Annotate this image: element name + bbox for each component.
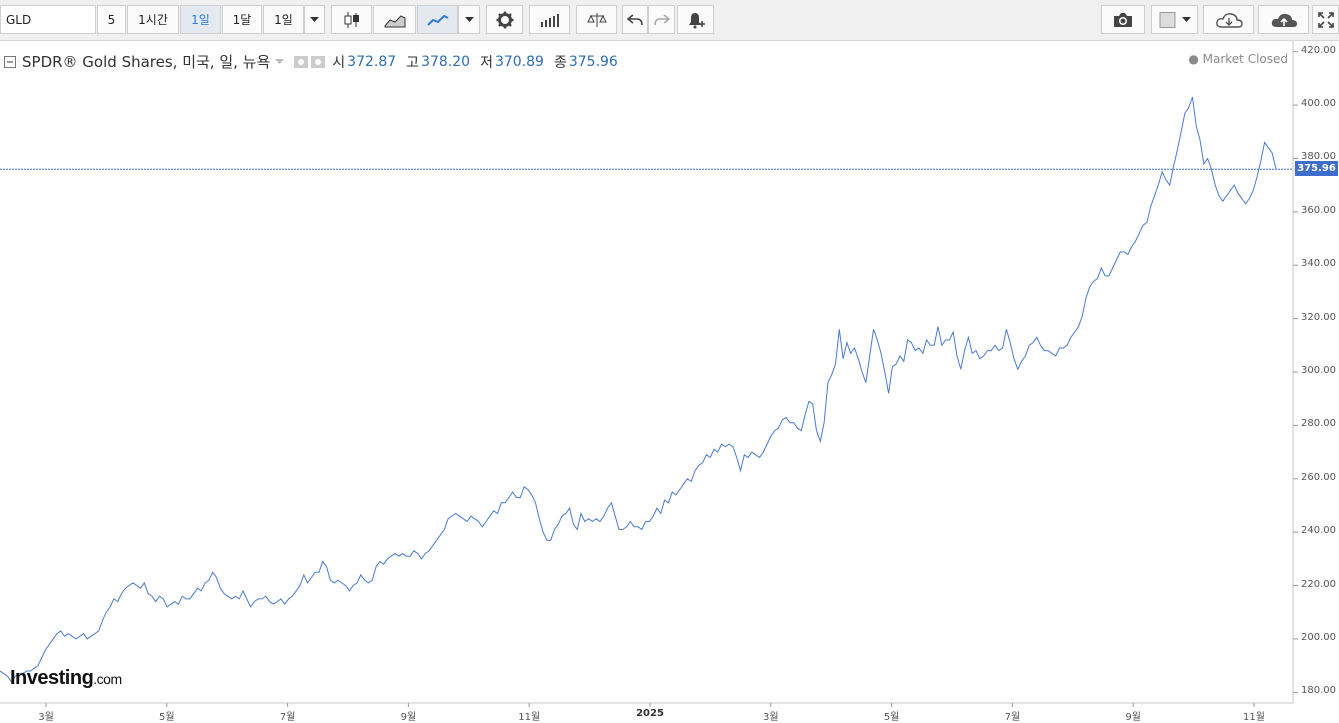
- close-value: 375.96: [568, 53, 618, 70]
- indicators-icon: [540, 13, 559, 27]
- cloud-upload-button[interactable]: [1258, 5, 1309, 34]
- line-chart-button[interactable]: [417, 5, 458, 34]
- open-label: 시: [332, 54, 346, 71]
- interval-1h-button[interactable]: 1시간: [127, 5, 179, 34]
- x-tick-label: 9월: [1125, 712, 1141, 723]
- x-tick-label: 2025: [636, 708, 664, 719]
- compare-icon: [586, 12, 607, 27]
- x-tick-label: 5월: [883, 712, 900, 723]
- interval-5-label: 5: [107, 12, 116, 27]
- chevron-down-icon: [310, 16, 319, 22]
- indicators-button[interactable]: [529, 5, 570, 34]
- y-tick-marks: [1293, 51, 1298, 693]
- y-tick-label: 300.00: [1301, 365, 1336, 376]
- chart-legend: SPDR® Gold Shares, 미국, 일, 뉴욕 시 372.87 고 37…: [4, 51, 618, 72]
- color-swatch-icon: [1159, 11, 1191, 28]
- interval-1m-label: 1달: [232, 13, 252, 27]
- cloud-upload-icon: [1271, 13, 1297, 27]
- legend-dropdown-icon[interactable]: [275, 58, 285, 65]
- interval-1h-label: 1시간: [138, 13, 168, 27]
- y-tick-label: 240.00: [1301, 525, 1336, 537]
- y-tick-label: 320.00: [1301, 311, 1336, 323]
- screenshot-button[interactable]: [1101, 5, 1145, 34]
- symbol-search-input[interactable]: [0, 5, 96, 34]
- x-tick-label: 7월: [279, 712, 296, 723]
- settings-icon: [496, 11, 513, 28]
- y-tick-label: 200.00: [1301, 631, 1336, 643]
- fullscreen-icon: [1317, 11, 1334, 28]
- cloud-download-button[interactable]: [1203, 5, 1254, 34]
- fullscreen-button[interactable]: [1312, 5, 1339, 34]
- line-chart-icon: [426, 14, 448, 26]
- y-tick-label: 400.00: [1301, 98, 1336, 110]
- x-tick-label: 11월: [1243, 712, 1265, 723]
- y-tick-label: 180.00: [1301, 685, 1336, 697]
- price-chart[interactable]: [0, 41, 1339, 720]
- x-tick-label: 11월: [518, 712, 541, 723]
- interval-1m-button[interactable]: 1달: [222, 5, 262, 34]
- last-price-badge: 375.96: [1295, 161, 1338, 177]
- close-label: 종: [553, 54, 567, 71]
- investing-logo: Investing.com: [10, 667, 122, 690]
- x-tick-label: 7월: [1004, 712, 1021, 723]
- chevron-down-icon: [464, 16, 474, 22]
- legend-title: SPDR® Gold Shares, 미국, 일, 뉴욕: [22, 53, 271, 71]
- alert-icon: [688, 12, 705, 28]
- interval-1d-button[interactable]: 1일: [180, 5, 221, 34]
- price-series-line: [0, 96, 1277, 683]
- redo-button[interactable]: [648, 5, 675, 34]
- y-tick-label: 420.00: [1301, 44, 1336, 56]
- y-tick-label: 260.00: [1301, 471, 1336, 483]
- undo-button[interactable]: [622, 5, 648, 34]
- interval-dropdown-button[interactable]: [304, 5, 325, 34]
- x-tick-label: 3월: [763, 712, 779, 723]
- compare-button[interactable]: [576, 5, 617, 34]
- x-tick-label: 3월: [38, 712, 54, 723]
- low-value: 370.89: [494, 53, 544, 70]
- y-tick-label: 340.00: [1301, 258, 1336, 270]
- toolbar: 5 1시간 1일 1달 1일: [0, 0, 1339, 41]
- chart-type-dropdown-button[interactable]: [458, 5, 480, 34]
- logo-brand: Investing: [10, 667, 94, 689]
- logo-suffix: .com: [93, 671, 122, 687]
- chart-area[interactable]: SPDR® Gold Shares, 미국, 일, 뉴욕 시 372.87 고 37…: [0, 41, 1339, 723]
- market-status: ● Market Closed: [1188, 52, 1288, 66]
- open-value: 372.87: [347, 53, 397, 70]
- alert-button[interactable]: [677, 5, 714, 34]
- high-value: 378.20: [421, 53, 471, 70]
- x-tick-label: 9월: [400, 712, 417, 723]
- interval-5-button[interactable]: 5: [97, 5, 126, 34]
- high-label: 고: [406, 54, 420, 71]
- y-tick-label: 220.00: [1301, 578, 1336, 590]
- legend-visibility-icon[interactable]: [294, 55, 328, 68]
- y-tick-label: 360.00: [1301, 204, 1336, 216]
- area-chart-button[interactable]: [373, 5, 416, 34]
- candlestick-button[interactable]: [331, 5, 372, 34]
- x-tick-label: 5월: [159, 712, 175, 723]
- candlestick-icon: [344, 11, 359, 28]
- camera-icon: [1114, 12, 1132, 27]
- area-chart-icon: [384, 14, 405, 27]
- collapse-icon[interactable]: [4, 55, 16, 68]
- interval-select-label: 1일: [274, 13, 293, 27]
- interval-1d-label: 1일: [191, 13, 210, 27]
- settings-button[interactable]: [486, 5, 523, 34]
- undo-icon: [627, 13, 643, 25]
- cloud-download-icon: [1215, 12, 1243, 28]
- low-label: 저: [480, 54, 493, 71]
- color-picker-button[interactable]: [1151, 5, 1198, 34]
- y-tick-label: 280.00: [1301, 418, 1336, 430]
- x-tick-marks: [45, 703, 1255, 707]
- interval-select-button[interactable]: 1일: [263, 5, 304, 34]
- redo-icon: [653, 13, 670, 25]
